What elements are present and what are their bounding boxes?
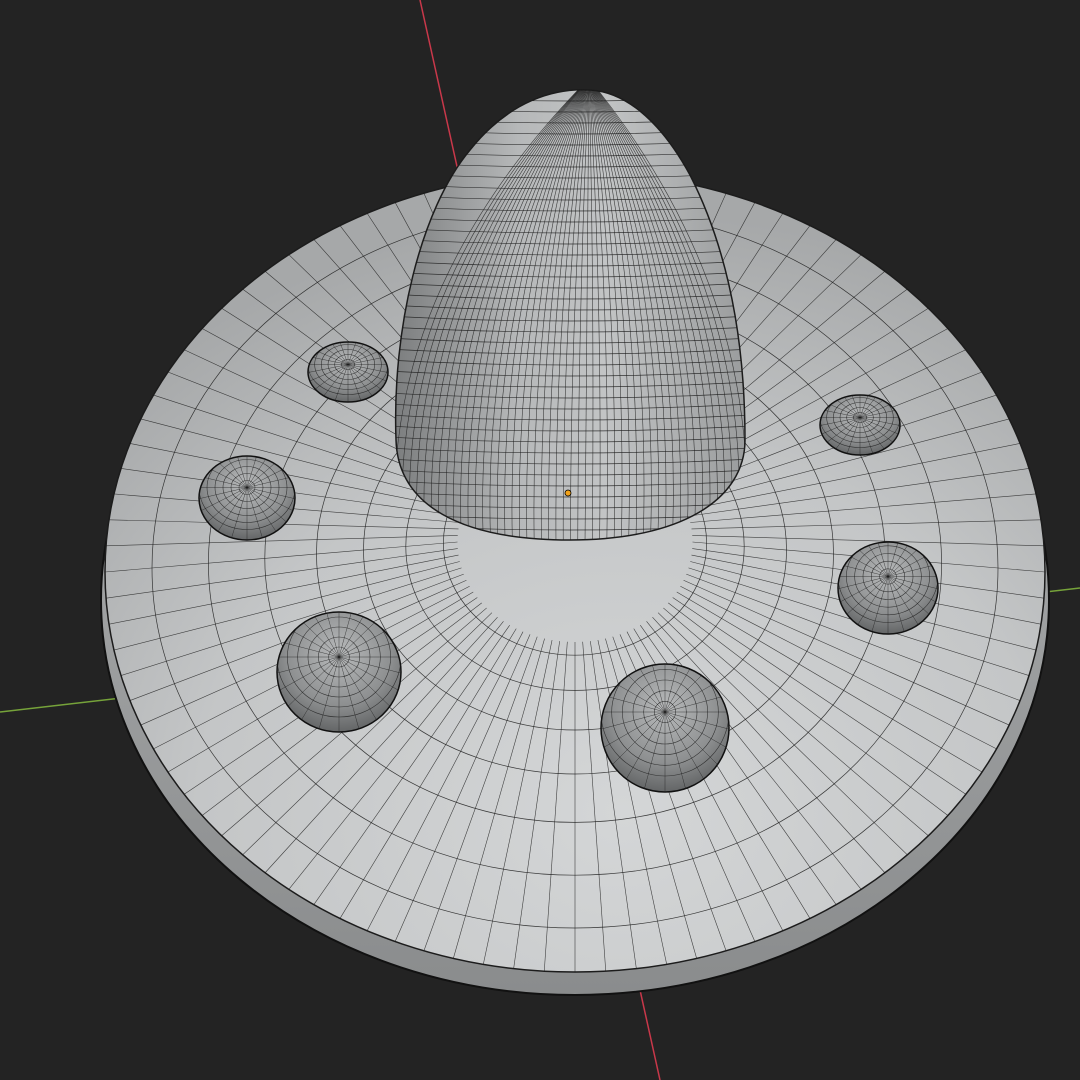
object-origin-dot[interactable]	[564, 489, 572, 497]
viewport-canvas[interactable]	[0, 0, 1080, 1080]
cone-dome	[394, 89, 746, 541]
3d-viewport[interactable]	[0, 0, 1080, 1080]
